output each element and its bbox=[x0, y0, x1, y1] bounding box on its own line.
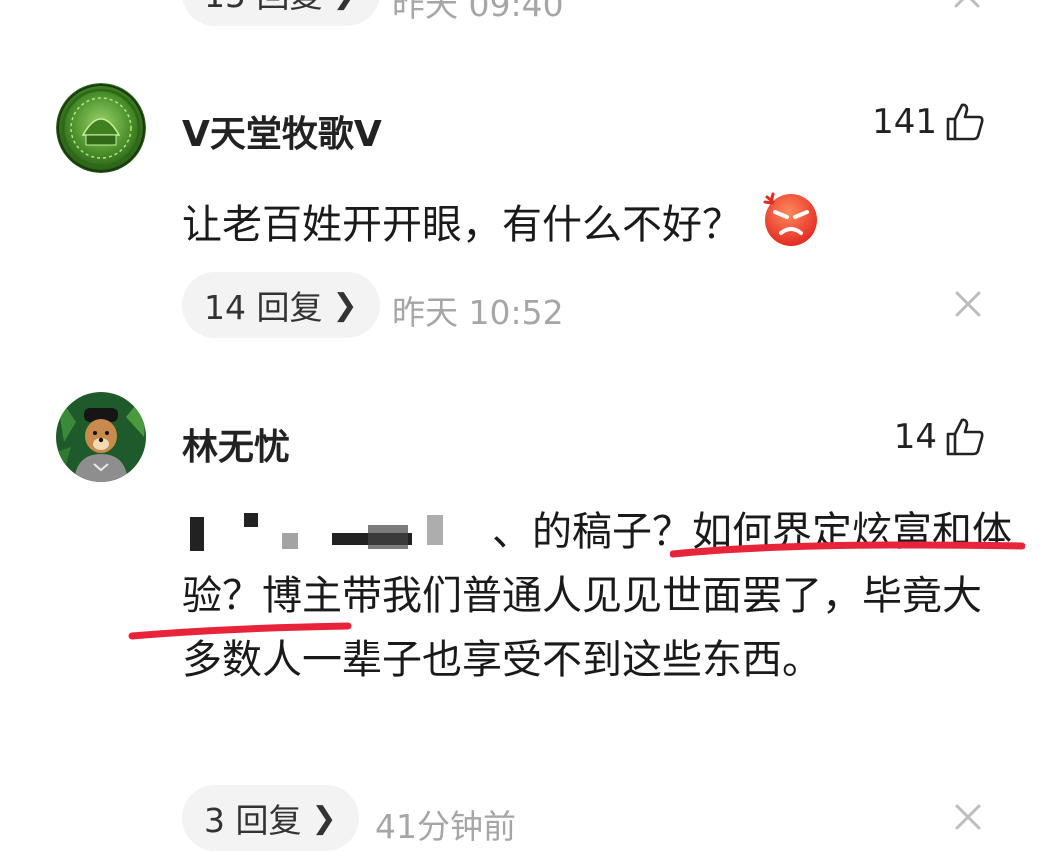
reply-count-label: 3 回复 bbox=[204, 801, 302, 840]
like-count: 14 bbox=[893, 417, 937, 457]
chevron-right-icon: ❯ bbox=[332, 0, 357, 11]
like-button[interactable]: 14 bbox=[894, 415, 987, 459]
reply-count-button[interactable]: 3 回复 ❯ bbox=[182, 785, 359, 851]
chevron-right-icon: ❯ bbox=[332, 287, 358, 323]
red-underline-annotation bbox=[128, 622, 352, 640]
like-count: 141 bbox=[872, 102, 937, 142]
reply-count-label: 14 回复 bbox=[204, 288, 323, 327]
avatar[interactable] bbox=[56, 392, 146, 482]
comment-text: 、的稿子？如何界定炫富和体验？博主带我们普通人见见世面罢了，毕竟大多数人一辈子也… bbox=[182, 500, 1012, 692]
comment-time: 昨天 10:52 bbox=[392, 293, 564, 332]
comment-item: 林无忧 14 、的稿子？如何界定炫富和体验？博主带我们普通人见见世面罢了，毕竟大… bbox=[0, 390, 1041, 851]
reply-count-button[interactable]: 14 回复 ❯ bbox=[182, 272, 380, 338]
username[interactable]: V天堂牧歌V bbox=[182, 105, 382, 157]
username[interactable]: 林无忧 bbox=[182, 418, 290, 470]
close-icon[interactable] bbox=[951, 800, 985, 834]
close-icon[interactable] bbox=[950, 0, 984, 12]
comment-time: 昨天 09:40 bbox=[392, 0, 564, 24]
reply-count-label: 15 回复 bbox=[204, 0, 322, 17]
comment-body: 让老百姓开开眼，有什么不好？ bbox=[182, 202, 742, 248]
comment-text: 让老百姓开开眼，有什么不好？ bbox=[182, 188, 821, 256]
thumbs-up-icon[interactable] bbox=[943, 100, 987, 144]
comment-item: V天堂牧歌V 141 让老百姓开开眼，有什么不好？ 14 回复 ❯ 昨天 10:… bbox=[0, 80, 1041, 340]
red-underline-annotation bbox=[670, 541, 1025, 558]
thumbs-up-icon[interactable] bbox=[943, 415, 987, 459]
close-icon[interactable] bbox=[951, 287, 985, 321]
chevron-right-icon: ❯ bbox=[311, 800, 337, 836]
previous-comment-footer: 15 回复 ❯ 昨天 09:40 bbox=[0, 0, 1041, 30]
reply-count-button[interactable]: 15 回复 ❯ bbox=[182, 0, 380, 26]
redacted-text bbox=[182, 511, 492, 551]
avatar[interactable] bbox=[56, 83, 146, 173]
comment-time: 41分钟前 bbox=[375, 807, 516, 846]
angry-face-emoji bbox=[763, 192, 817, 246]
like-button[interactable]: 141 bbox=[872, 100, 987, 144]
